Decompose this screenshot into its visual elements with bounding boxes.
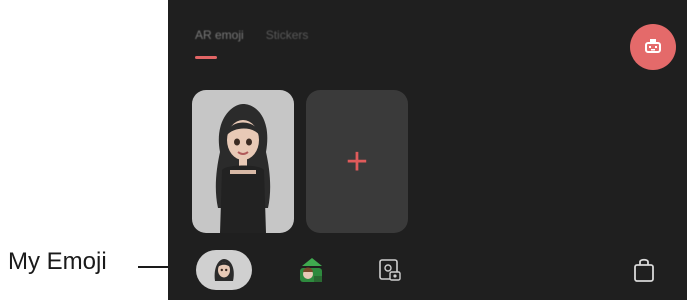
plus-icon: + <box>345 140 369 183</box>
sticker-button[interactable] <box>288 248 332 292</box>
add-emoji-button[interactable]: + <box>306 90 408 233</box>
tab-bar: AR emoji Stickers <box>195 28 308 42</box>
avatar-figure-icon <box>215 104 271 233</box>
my-emoji-avatar-card[interactable] <box>192 90 294 233</box>
active-tab-indicator <box>195 56 217 59</box>
tab-stickers[interactable]: Stickers <box>266 28 309 42</box>
shopping-bag-icon <box>634 258 654 282</box>
store-button[interactable] <box>624 248 664 292</box>
create-avatar-button[interactable] <box>630 24 676 70</box>
ar-emoji-screen: AR emoji Stickers + <box>168 0 687 300</box>
tab-ar-emoji[interactable]: AR emoji <box>195 28 244 42</box>
emoji-frame-button[interactable] <box>370 248 410 292</box>
my-emoji-button[interactable] <box>196 250 252 290</box>
sticker-icon <box>300 258 322 282</box>
bottom-toolbar <box>168 248 687 300</box>
my-emoji-avatar-icon <box>214 259 234 281</box>
my-emoji-callout-label: My Emoji <box>8 248 107 275</box>
avatar-create-icon <box>645 39 661 53</box>
emoji-frame-icon <box>379 259 401 281</box>
